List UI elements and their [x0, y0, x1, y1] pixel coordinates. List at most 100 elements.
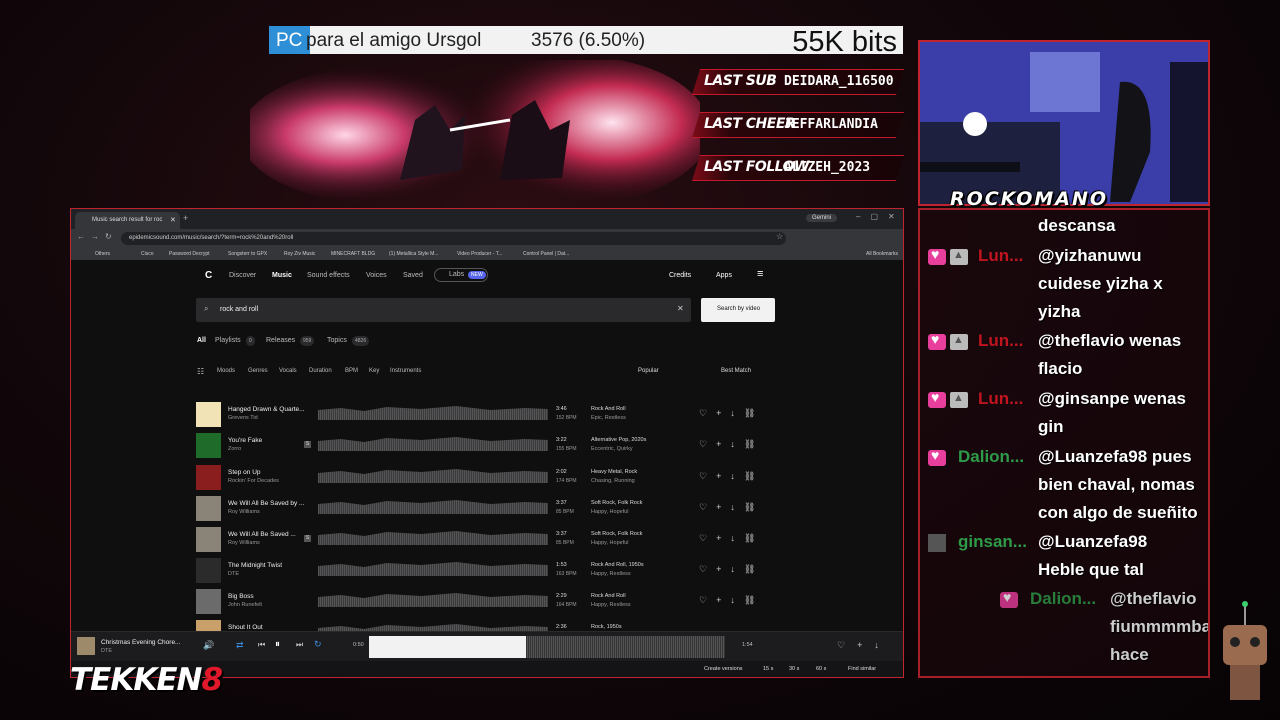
track-moods[interactable]: Chasing, Running [591, 478, 635, 484]
bookmark-item[interactable]: Songsterr to GPX [228, 251, 267, 257]
track-title[interactable]: You're Fake [228, 437, 262, 444]
track-title[interactable]: Shout It Out [228, 624, 263, 631]
waveform[interactable] [318, 624, 548, 631]
close-tab-icon[interactable]: ✕ [170, 216, 176, 224]
nav-labs[interactable]: Labs [449, 271, 464, 278]
chat-username[interactable]: Lun... [978, 385, 1023, 413]
track-title[interactable]: We Will All Be Saved by ... [228, 500, 304, 507]
track-moods[interactable]: Eccentric, Quirky [591, 446, 633, 452]
track-genres[interactable]: Soft Rock, Folk Rock [591, 500, 642, 506]
track-row[interactable]: Step on Up Rockin' For Decades 2:02 174 … [196, 465, 776, 491]
new-tab-icon[interactable]: + [183, 213, 188, 223]
chat-username[interactable]: Lun... [978, 327, 1023, 355]
version-30s[interactable]: 30 s [789, 666, 799, 672]
filter-genres[interactable]: Genres [248, 368, 268, 374]
track-moods[interactable]: Happy, Restless [591, 602, 631, 608]
version-15s[interactable]: 15 s [763, 666, 773, 672]
version-60s[interactable]: 60 s [816, 666, 826, 672]
filter-instruments[interactable]: Instruments [390, 368, 421, 374]
filter-key[interactable]: Key [369, 368, 379, 374]
track-genres[interactable]: Rock And Roll [591, 593, 626, 599]
url-field[interactable]: epidemicsound.com/music/search/?term=roc… [121, 232, 786, 245]
chat-username[interactable]: ginsan... [958, 528, 1027, 556]
track-actions-icons[interactable]: ♡+↓⛓ [699, 502, 764, 513]
track-actions-icons[interactable]: ♡+↓⛓ [699, 595, 764, 606]
chat-username[interactable]: Dalion... [1030, 585, 1096, 613]
bookmark-item[interactable]: MINECRAFT BLDG [331, 251, 375, 257]
track-genres[interactable]: Rock And Roll [591, 406, 626, 412]
waveform[interactable] [318, 562, 548, 576]
waveform[interactable] [318, 437, 548, 451]
sort-best-match[interactable]: Best Match [721, 368, 751, 374]
pause-icon[interactable]: ⏸ [275, 639, 280, 650]
track-row[interactable]: Hanged Drawn & Quarte... Grevens Tid 3:4… [196, 402, 776, 428]
sort-popular[interactable]: Popular [638, 368, 659, 374]
track-row[interactable]: Big Boss John Runefelt 2:29 164 BPM Rock… [196, 589, 776, 615]
bookmark-item[interactable]: Others [95, 251, 110, 257]
track-title[interactable]: Step on Up [228, 469, 261, 476]
track-row[interactable]: The Midnight Twist DTE 1:53 163 BPM Rock… [196, 558, 776, 584]
track-artist[interactable]: Zorro [228, 446, 241, 452]
track-artist[interactable]: DTE [228, 571, 239, 577]
bookmark-item[interactable]: Control Panel | Dat... [523, 251, 569, 257]
bookmark-item[interactable]: Roy Ziv Music [284, 251, 315, 257]
player-actions-icons[interactable]: ♡+↓ [837, 640, 891, 651]
waveform[interactable] [318, 593, 548, 607]
track-title[interactable]: Big Boss [228, 593, 254, 600]
track-artist[interactable]: Grevens Tid [228, 415, 258, 421]
search-input[interactable]: ⌕ rock and roll ✕ [196, 298, 691, 322]
star-icon[interactable]: ☆ [776, 232, 783, 241]
nav-voices[interactable]: Voices [366, 272, 387, 279]
track-row[interactable]: We Will All Be Saved ... Roy Williams S … [196, 527, 776, 553]
nav-music[interactable]: Music [272, 272, 292, 279]
track-genres[interactable]: Heavy Metal, Rock [591, 469, 637, 475]
waveform[interactable] [318, 406, 548, 420]
nav-sound-effects[interactable]: Sound effects [307, 272, 350, 279]
track-actions-icons[interactable]: ♡+↓⛓ [699, 564, 764, 575]
track-row[interactable]: Shout It Out 2:36 Rock, 1950s [196, 620, 776, 631]
nav-saved[interactable]: Saved [403, 272, 423, 279]
track-genres[interactable]: Soft Rock, Folk Rock [591, 531, 642, 537]
find-similar-button[interactable]: Find similar [848, 666, 876, 672]
track-genres[interactable]: Alternative Pop, 2020s [591, 437, 646, 443]
hamburger-menu-icon[interactable]: ≡ [757, 268, 763, 280]
waveform[interactable] [318, 500, 548, 514]
track-moods[interactable]: Happy, Hopeful [591, 509, 629, 515]
previous-icon[interactable]: ⏮ [258, 640, 265, 650]
next-icon[interactable]: ⏭ [296, 640, 303, 650]
tab-all[interactable]: All [197, 337, 206, 344]
track-title[interactable]: The Midnight Twist [228, 562, 282, 569]
bookmark-item[interactable]: Password Decrypt [169, 251, 210, 257]
tab-releases[interactable]: Releases [266, 337, 295, 344]
player-track-artist[interactable]: DTE [101, 648, 112, 654]
track-actions-icons[interactable]: ♡+↓⛓ [699, 471, 764, 482]
track-row[interactable]: You're Fake Zorro S 3:22 155 BPM Alterna… [196, 433, 776, 459]
gemini-button[interactable]: Gemini [806, 214, 838, 222]
chat-username[interactable]: Lun... [978, 242, 1023, 270]
repeat-icon[interactable]: ↻ [314, 639, 322, 650]
track-moods[interactable]: Happy, Restless [591, 571, 631, 577]
track-actions-icons[interactable]: ♡+↓⛓ [699, 408, 764, 419]
track-moods[interactable]: Epic, Restless [591, 415, 626, 421]
track-artist[interactable]: Rockin' For Decades [228, 478, 279, 484]
track-artist[interactable]: John Runefelt [228, 602, 262, 608]
track-title[interactable]: Hanged Drawn & Quarte... [228, 406, 305, 413]
track-artist[interactable]: Roy Williams [228, 540, 260, 546]
track-actions-icons[interactable]: ♡+↓⛓ [699, 533, 764, 544]
browser-tab[interactable]: Music search result for roc ✕ [75, 212, 180, 229]
bookmark-item[interactable]: (1) Metallica Style M... [389, 251, 438, 257]
clear-search-icon[interactable]: ✕ [677, 304, 684, 313]
search-by-video-button[interactable]: Search by video [701, 298, 775, 322]
chat-username[interactable]: Dalion... [958, 443, 1024, 471]
create-versions-button[interactable]: Create versions [704, 666, 743, 672]
tab-topics[interactable]: Topics [327, 337, 347, 344]
filter-moods[interactable]: Moods [217, 368, 235, 374]
waveform[interactable] [318, 469, 548, 483]
epidemic-logo-icon[interactable]: C [205, 270, 212, 281]
apps-menu[interactable]: Apps [716, 272, 732, 279]
track-genres[interactable]: Rock And Roll, 1950s [591, 562, 644, 568]
nav-discover[interactable]: Discover [229, 272, 256, 279]
window-controls[interactable]: –▢✕ [856, 212, 903, 221]
track-genres[interactable]: Rock, 1950s [591, 624, 622, 630]
nav-arrows-icon[interactable]: ←→↻ [77, 232, 118, 241]
